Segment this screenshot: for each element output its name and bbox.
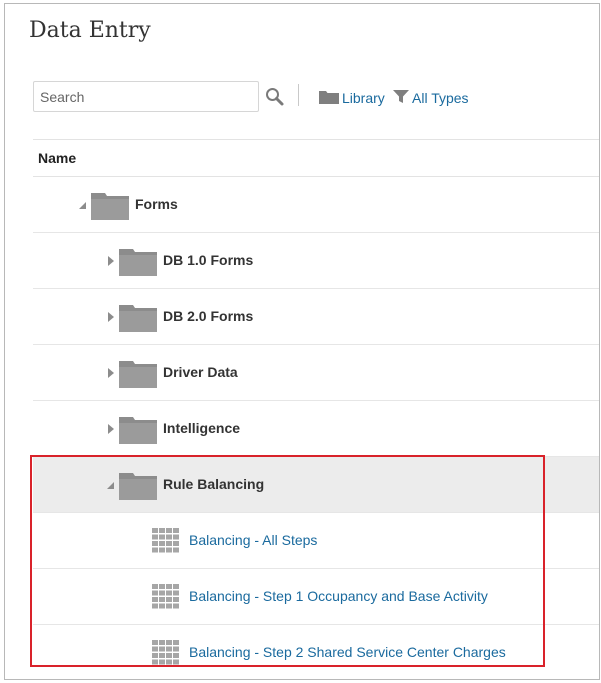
form-link[interactable]: Balancing - All Steps xyxy=(189,532,317,548)
all-types-filter[interactable]: All Types xyxy=(393,89,469,107)
triangle-right-icon[interactable] xyxy=(105,422,117,434)
folder-icon xyxy=(319,89,339,107)
folder-icon xyxy=(119,358,157,388)
library-button[interactable]: Library xyxy=(319,89,385,107)
folder-icon xyxy=(119,246,157,276)
grid-header: Name xyxy=(33,139,599,177)
triangle-right-icon[interactable] xyxy=(105,310,117,322)
folder-icon xyxy=(119,414,157,444)
tree-row-form[interactable]: Balancing - All Steps xyxy=(33,513,599,569)
tree-row-forms[interactable]: Forms xyxy=(33,177,599,233)
triangle-right-icon[interactable] xyxy=(105,254,117,266)
tree-row-db-2-0-forms[interactable]: DB 2.0 Forms xyxy=(33,289,599,345)
filter-icon xyxy=(393,89,409,107)
tree-row-label: DB 2.0 Forms xyxy=(163,308,254,324)
page-title: Data Entry xyxy=(29,18,151,43)
grid-form-icon xyxy=(152,584,179,609)
data-entry-panel: Data Entry Library All Types xyxy=(4,3,600,680)
grid-form-icon xyxy=(152,640,179,665)
toolbar: Library All Types xyxy=(33,81,593,114)
search-input[interactable] xyxy=(33,81,259,112)
folder-icon xyxy=(119,302,157,332)
tree-row-rule-balancing[interactable]: Rule Balancing xyxy=(33,457,599,513)
tree-row-form[interactable]: Balancing - Step 2 Shared Service Center… xyxy=(33,625,599,679)
folder-icon xyxy=(119,470,157,500)
tree-row-driver-data[interactable]: Driver Data xyxy=(33,345,599,401)
tree-row-db-1-0-forms[interactable]: DB 1.0 Forms xyxy=(33,233,599,289)
tree-row-label: Intelligence xyxy=(163,420,241,436)
tree-row-label: Forms xyxy=(135,196,178,212)
toolbar-separator xyxy=(298,84,299,106)
triangle-right-icon[interactable] xyxy=(105,366,117,378)
all-types-label: All Types xyxy=(412,90,469,106)
form-link[interactable]: Balancing - Step 2 Shared Service Center… xyxy=(189,644,506,660)
search-icon[interactable] xyxy=(265,87,285,107)
tree-row-label: DB 1.0 Forms xyxy=(163,252,254,268)
tree-row-intelligence[interactable]: Intelligence xyxy=(33,401,599,457)
grid-form-icon xyxy=(152,528,179,553)
column-header-name[interactable]: Name xyxy=(38,150,76,166)
tree-row-label: Rule Balancing xyxy=(163,476,265,492)
tree-row-form[interactable]: Balancing - Step 1 Occupancy and Base Ac… xyxy=(33,569,599,625)
form-link[interactable]: Balancing - Step 1 Occupancy and Base Ac… xyxy=(189,588,488,604)
folder-icon xyxy=(91,190,129,220)
library-label: Library xyxy=(342,90,385,106)
triangle-down-icon[interactable] xyxy=(77,198,89,210)
tree-grid: Forms DB 1.0 Forms DB 2.0 Forms Driver D… xyxy=(5,177,599,679)
triangle-down-icon[interactable] xyxy=(105,478,117,490)
tree-row-label: Driver Data xyxy=(163,364,238,380)
